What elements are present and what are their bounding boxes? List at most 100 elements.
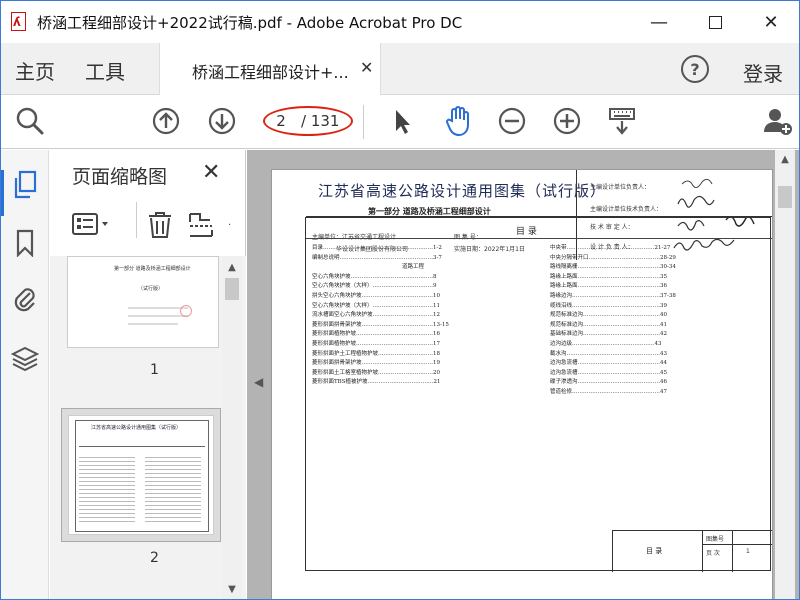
delete-page-icon[interactable] xyxy=(146,210,174,244)
toc-entry[interactable]: 菱形拱面植物护坡……………………………………17 xyxy=(312,340,518,350)
toc-entry[interactable]: 道路工程 xyxy=(312,263,518,273)
sig-label-1: 主编设计单位负责人： xyxy=(590,184,651,191)
thumbnail-page-2[interactable]: 江苏省高速公路设计通用图集（试行版） xyxy=(68,415,214,535)
total-pages: / 131 xyxy=(301,112,340,130)
previous-page-icon[interactable] xyxy=(149,104,183,138)
zoom-in-icon[interactable] xyxy=(550,104,584,138)
zoom-out-icon[interactable] xyxy=(495,104,529,138)
thumbnail-scrollbar[interactable]: ▲ ▼ xyxy=(222,256,242,599)
close-button[interactable]: ✕ xyxy=(743,1,799,43)
toc-entry[interactable]: 中央带…………………………………………21-27 xyxy=(550,244,764,254)
acrobat-window: ʎ 桥涵工程细部设计+2022试行稿.pdf - Adobe Acrobat P… xyxy=(0,0,800,600)
page-display-icon[interactable] xyxy=(605,104,639,138)
toolbar: 2 / 131 xyxy=(1,95,799,149)
toc-entry[interactable]: 路缘边沟…………………………………………37-38 xyxy=(550,292,764,302)
toc-frame: 目 录 目录……………………………………………………1-2 编制总说明………………… xyxy=(305,216,772,572)
toc-entry[interactable]: 流水槽面空心六角块护坡……………………………12 xyxy=(312,311,518,321)
toc-entry[interactable]: 拼头空心六角块护坡…………………………………10 xyxy=(312,292,518,302)
hand-tool-icon[interactable] xyxy=(441,104,475,138)
tab-tools[interactable]: 工具 xyxy=(85,56,125,85)
thumbnail-options-icon[interactable] xyxy=(72,212,112,242)
toc-entry[interactable]: 碟子渗透沟………………………………………46 xyxy=(550,378,764,388)
thumb2-heading: 江苏省高速公路设计通用图集（试行版） xyxy=(91,425,182,431)
thumb-tools-separator xyxy=(136,202,137,238)
toc-entry[interactable]: 规范标准边沟……………………………………40 xyxy=(550,311,764,321)
document-scroll-up-icon[interactable]: ▲ xyxy=(775,154,795,172)
rail-active-indicator xyxy=(1,170,4,216)
footer-page-label: 页 次 xyxy=(706,550,720,557)
toc-entry[interactable]: 编制总说明……………………………………………3-7 xyxy=(312,254,518,264)
toc-right-column: 中央带…………………………………………21-27 中央分隔带开口………………………… xyxy=(550,244,764,398)
tab-bar: 主页 工具 桥涵工程细部设计+... ✕ ? 登录 xyxy=(1,43,799,95)
thumbnails-panel-title: 页面缩略图 xyxy=(72,166,168,188)
toolbar-separator xyxy=(363,105,364,139)
thumbnail-list: 第一部分 道路及桥涵工程细部设计 （试行版） 1 江苏省高速公路设计通用图集（试… xyxy=(50,256,246,599)
thumbnail-scroll-up-icon[interactable]: ▲ xyxy=(222,258,242,276)
toc-entry[interactable]: 路缘上路面………………………………………36 xyxy=(550,282,764,292)
bookmarks-icon[interactable] xyxy=(9,226,41,260)
toc-entry[interactable]: 空心六角块护坡（大样）……………………………9 xyxy=(312,282,518,292)
search-icon[interactable] xyxy=(13,104,47,138)
login-button[interactable]: 登录 xyxy=(743,58,783,87)
footer-page-number: 1 xyxy=(746,548,750,555)
navigation-rail xyxy=(1,150,49,599)
footer-atlas-label: 图集号 xyxy=(706,536,725,543)
thumbnail-scroll-down-icon[interactable]: ▼ xyxy=(222,580,242,598)
sig-label-2: 主编设计单位技术负责人： xyxy=(590,206,663,213)
toc-entry[interactable]: 目录……………………………………………………1-2 xyxy=(312,244,518,254)
thumb1-heading: 第一部分 道路及桥涵工程细部设计 xyxy=(114,266,191,272)
thumbnail-page-2-selection[interactable]: 江苏省高速公路设计通用图集（试行版） xyxy=(61,408,221,542)
thumbnails-toolbar: · xyxy=(50,202,246,248)
toc-entry[interactable]: 边沟急流槽………………………………………44 xyxy=(550,359,764,369)
document-view[interactable]: ◀ 江苏省高速公路设计通用图集（试行版） 第一部分 道路及桥涵工程细部设计 主编… xyxy=(247,150,799,599)
thumbnail-scroll-thumb[interactable] xyxy=(225,278,239,300)
collapse-panel-icon[interactable]: ◀ xyxy=(254,375,263,389)
doc-title: 江苏省高速公路设计通用图集（试行版） xyxy=(318,182,607,200)
toc-entry[interactable]: 截水沟……………………………………………43 xyxy=(550,350,764,360)
toc-entry[interactable]: 路缘上路面………………………………………35 xyxy=(550,273,764,283)
next-page-icon[interactable] xyxy=(205,104,239,138)
toc-entry[interactable]: 菱形拱面植物护坡……………………………………16 xyxy=(312,330,518,340)
toc-entry[interactable]: 菱形拱面拼骨架护坡…………………………………13-15 xyxy=(312,321,518,331)
minimize-button[interactable]: — xyxy=(631,1,687,43)
toc-title: 目 录 xyxy=(516,227,537,237)
thumbnails-panel: 页面缩略图 ✕ · 第一部分 道路及桥涵工程细部设计 （试行版） 1 江苏省高速… xyxy=(50,150,246,599)
toc-entry[interactable]: 菱形拱面护土工程植物护坡…………………………18 xyxy=(312,350,518,360)
help-icon[interactable]: ? xyxy=(681,55,709,83)
acrobat-app-icon: ʎ xyxy=(9,11,29,33)
close-thumbnails-button[interactable]: ✕ xyxy=(202,160,220,185)
thumbnail-page-1[interactable]: 第一部分 道路及桥涵工程细部设计 （试行版） xyxy=(67,256,219,348)
toc-left-column: 目录……………………………………………………1-2 编制总说明…………………………… xyxy=(312,244,518,388)
toc-entry[interactable]: 路线隔离栅………………………………………30-34 xyxy=(550,263,764,273)
toc-entry[interactable]: 管道检修…………………………………………47 xyxy=(550,388,764,398)
document-scroll-thumb[interactable] xyxy=(778,186,792,208)
toc-entry[interactable]: 空心六角块护坡………………………………………8 xyxy=(312,273,518,283)
toc-entry[interactable]: 菱形拱面TBS植被护坡………………………………21 xyxy=(312,378,518,388)
document-tab-label: 桥涵工程细部设计+... xyxy=(192,63,349,82)
pdf-page: 江苏省高速公路设计通用图集（试行版） 第一部分 道路及桥涵工程细部设计 主编单位… xyxy=(271,169,773,599)
current-page-input[interactable]: 2 xyxy=(271,112,291,130)
share-user-icon[interactable] xyxy=(761,104,795,138)
maximize-button[interactable] xyxy=(687,1,743,43)
thumbnail-page-2-label: 2 xyxy=(150,550,159,566)
tab-document[interactable]: 桥涵工程细部设计+... ✕ xyxy=(159,43,381,95)
toc-entry[interactable]: 边沟急流槽………………………………………45 xyxy=(550,369,764,379)
close-document-tab-button[interactable]: ✕ xyxy=(360,58,373,77)
extract-pages-icon[interactable] xyxy=(186,210,216,244)
toc-entry[interactable]: 空心六角块护坡（大样）……………………………11 xyxy=(312,302,518,312)
toc-entry[interactable]: 菱形拱面拼骨架护坡…………………………………19 xyxy=(312,359,518,369)
toc-entry[interactable]: 规范标准边沟……………………………………41 xyxy=(550,321,764,331)
toc-entry[interactable]: 菱形拱面土工格室植物护坡…………………………20 xyxy=(312,369,518,379)
thumb1-sub: （试行版） xyxy=(138,286,164,292)
more-tools-indicator: · xyxy=(228,220,232,231)
toc-entry[interactable]: 缆线沿线…………………………………………39 xyxy=(550,302,764,312)
toc-entry[interactable]: 基础标准边沟……………………………………42 xyxy=(550,330,764,340)
layers-icon[interactable] xyxy=(9,342,41,376)
document-scrollbar[interactable]: ▲ xyxy=(775,150,795,599)
tab-home[interactable]: 主页 xyxy=(15,56,55,85)
attachments-icon[interactable] xyxy=(9,282,41,316)
toc-entry[interactable]: 中央分隔带开口…………………………………28-29 xyxy=(550,254,764,264)
toc-entry[interactable]: 边沟边级………………………………………43 xyxy=(550,340,764,350)
page-thumbnails-icon[interactable] xyxy=(9,168,41,202)
select-tool-icon[interactable] xyxy=(385,104,419,138)
